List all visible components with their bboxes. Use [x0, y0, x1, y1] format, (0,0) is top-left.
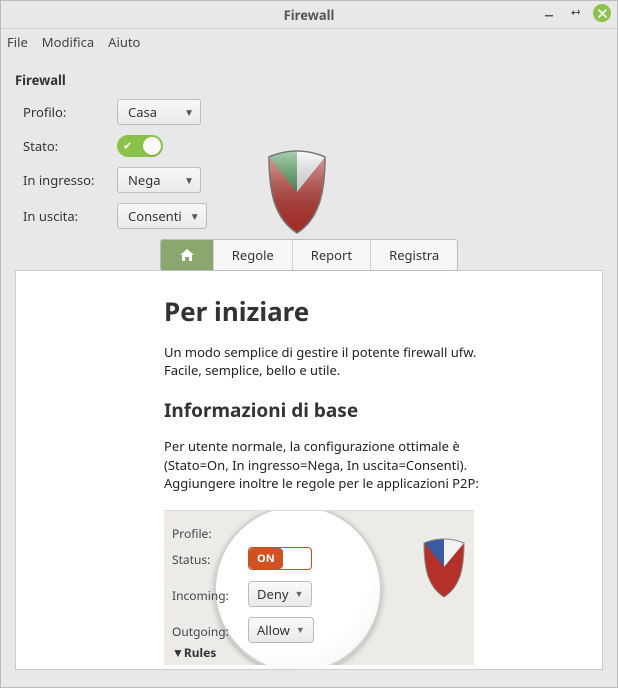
minimize-button[interactable]	[541, 5, 557, 21]
combo-profile[interactable]: Casa ▼	[117, 99, 201, 125]
combo-outgoing-value: Consenti	[128, 207, 182, 225]
tabs: Regole Report Registra	[11, 239, 607, 271]
menu-help[interactable]: Aiuto	[108, 33, 140, 51]
combo-incoming-value: Nega	[128, 171, 161, 189]
doc-h2: Informazioni di base	[164, 397, 568, 423]
window-title: Firewall	[1, 6, 617, 24]
chevron-down-icon: ▼	[296, 623, 305, 636]
ex-label-status: Status:	[172, 551, 224, 568]
home-icon	[179, 248, 195, 262]
ex-incoming-value: Deny	[257, 585, 289, 603]
ex-outgoing-combo: Allow ▼	[248, 617, 314, 643]
menubar: File Modifica Aiuto	[1, 29, 617, 55]
toggle-knob	[143, 137, 161, 155]
tab-rules[interactable]: Regole	[214, 240, 293, 270]
doc-h1: Per iniziare	[164, 293, 568, 329]
combo-outgoing[interactable]: Consenti ▼	[117, 203, 207, 229]
ex-shield-icon	[420, 537, 468, 605]
label-incoming: In ingresso:	[23, 171, 105, 189]
ex-label-profile: Profile:	[172, 525, 224, 542]
combo-profile-value: Casa	[128, 103, 157, 121]
ex-rules-heading: ▼Rules	[172, 644, 216, 661]
doc-p2: Per utente normale, la configurazione ot…	[164, 437, 494, 492]
menu-edit[interactable]: Modifica	[42, 33, 94, 51]
tab-report[interactable]: Report	[293, 240, 371, 270]
check-icon: ✔	[123, 139, 132, 154]
ex-status-value: ON	[249, 548, 283, 569]
titlebar: Firewall	[1, 1, 617, 29]
close-button[interactable]	[593, 4, 611, 22]
ex-status-badge: ON	[248, 547, 312, 570]
tab-log[interactable]: Registra	[371, 240, 457, 270]
shield-icon	[261, 147, 333, 243]
doc-example-image: Profile: Status: ON Incoming: Deny ▼	[164, 510, 474, 665]
toggle-state[interactable]: ✔	[117, 135, 163, 157]
ex-outgoing-value: Allow	[257, 621, 290, 639]
label-profile: Profilo:	[23, 103, 105, 121]
ex-label-incoming: Incoming:	[172, 587, 224, 604]
chevron-down-icon: ▼	[190, 209, 200, 223]
tab-home[interactable]	[161, 240, 214, 270]
chevron-down-icon: ▼	[184, 105, 194, 119]
doc-panel: Per iniziare Un modo semplice di gestire…	[15, 270, 603, 670]
row-profile: Profilo: Casa ▼	[23, 99, 607, 125]
tabstrip: Regole Report Registra	[160, 239, 458, 271]
chevron-down-icon: ▼	[184, 173, 194, 187]
main-content: Firewall Profilo: Casa ▼ Stato: ✔ In ing…	[1, 55, 617, 680]
combo-incoming[interactable]: Nega ▼	[117, 167, 201, 193]
section-heading: Firewall	[15, 71, 607, 89]
doc-p1: Un modo semplice di gestire il potente f…	[164, 343, 494, 379]
menu-file[interactable]: File	[7, 33, 28, 51]
chevron-down-icon: ▼	[295, 587, 304, 600]
label-outgoing: In uscita:	[23, 207, 105, 225]
ex-label-outgoing: Outgoing:	[172, 623, 224, 640]
ex-incoming-combo: Deny ▼	[248, 581, 312, 607]
maximize-button[interactable]	[567, 5, 583, 21]
label-state: Stato:	[23, 137, 105, 155]
window-controls	[541, 4, 611, 22]
